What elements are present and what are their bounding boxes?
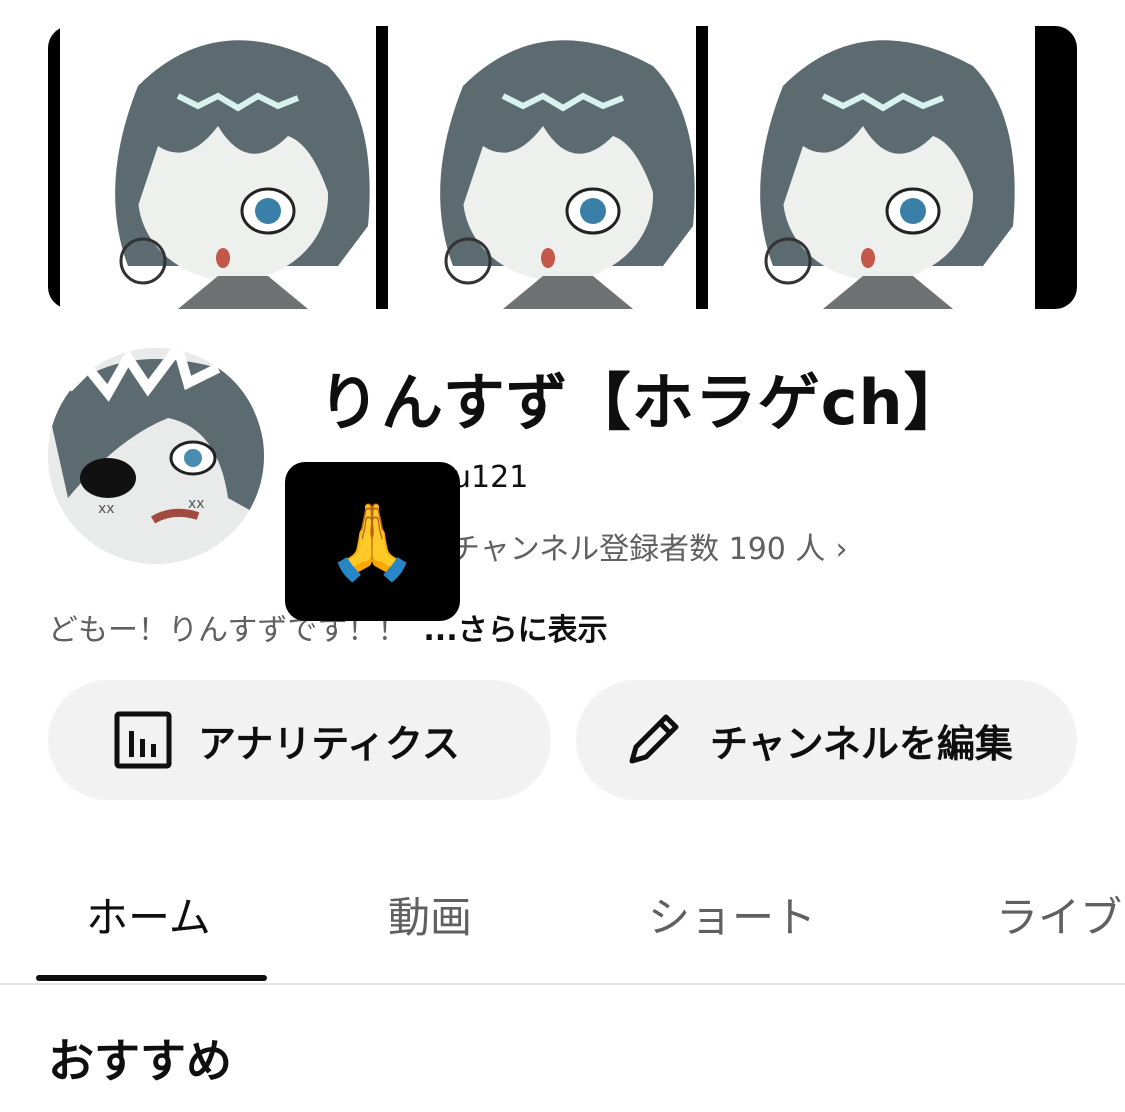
tab-home[interactable]: ホーム [86, 884, 211, 945]
bar-chart-icon [114, 711, 172, 769]
svg-text:xx: xx [188, 496, 205, 512]
channel-tabs: ホーム 動画 ショート ライブ [0, 850, 1125, 985]
channel-avatar[interactable]: xx xx [48, 348, 264, 564]
chevron-right-icon: › [835, 532, 848, 567]
tab-shorts[interactable]: ショート [648, 884, 816, 945]
edit-channel-label: チャンネルを編集 [710, 721, 1013, 766]
analytics-label: アナリティクス [198, 721, 460, 766]
edit-channel-button[interactable]: チャンネルを編集 [576, 680, 1077, 800]
more-link[interactable]: ...さらに表示 [423, 613, 607, 648]
tab-videos[interactable]: 動画 [388, 884, 472, 945]
pencil-icon [622, 709, 684, 771]
channel-banner [48, 26, 1077, 309]
channel-title: りんすず【ホラゲch】 [318, 366, 967, 439]
analytics-button[interactable]: アナリティクス [48, 680, 551, 800]
svg-text:xx: xx [98, 501, 115, 517]
folded-hands-icon: 🙏 [326, 498, 419, 585]
active-tab-indicator [36, 975, 267, 981]
section-title: おすすめ [48, 1034, 232, 1088]
overlay-sticker: 🙏 [285, 462, 460, 621]
tab-live[interactable]: ライブ [996, 884, 1122, 945]
